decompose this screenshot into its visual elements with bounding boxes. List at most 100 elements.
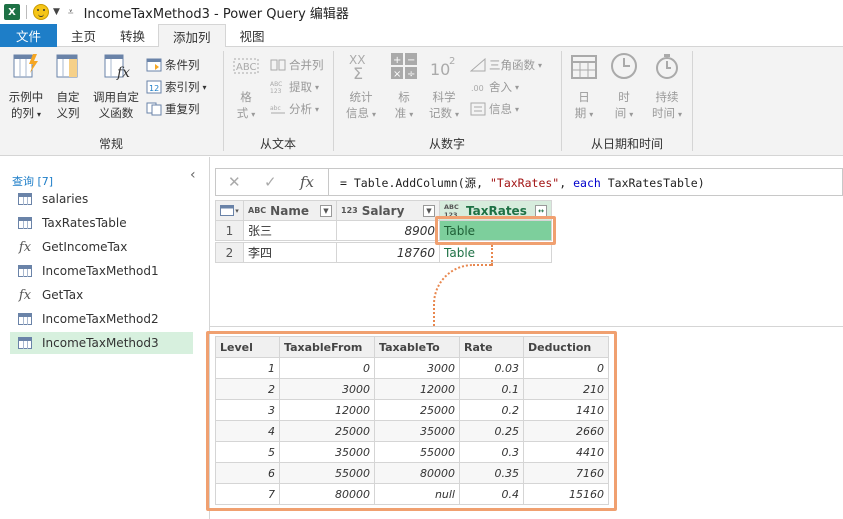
time-button[interactable]: 时 间 ▾ bbox=[608, 51, 640, 123]
tab-view[interactable]: 视图 bbox=[226, 24, 279, 47]
column-header-name[interactable]: ABC Name ▼ bbox=[243, 200, 337, 221]
query-item-label: IncomeTaxMethod1 bbox=[42, 264, 159, 278]
duration-label-2: 时间 ▾ bbox=[651, 106, 682, 120]
preview-column-header: Rate bbox=[459, 336, 524, 358]
preview-cell: 5 bbox=[215, 441, 280, 463]
invoke-custom-function-label-2: 义函数 bbox=[98, 106, 134, 120]
table-icon bbox=[18, 193, 32, 205]
preview-cell: 4410 bbox=[523, 441, 609, 463]
rounding-button[interactable]: .00 舍入 ▾ bbox=[470, 79, 519, 95]
preview-cell: 3000 bbox=[279, 378, 375, 400]
cell-name[interactable]: 李四 bbox=[243, 242, 337, 263]
preview-cell: 3 bbox=[215, 399, 280, 421]
query-item-taxratestable[interactable]: TaxRatesTable bbox=[10, 212, 193, 234]
preview-cell: 55000 bbox=[279, 462, 375, 484]
preview-cell: null bbox=[374, 483, 460, 505]
preview-column-header: TaxableTo bbox=[374, 336, 460, 358]
preview-cell: 0.25 bbox=[459, 420, 524, 442]
tab-home[interactable]: 主页 bbox=[57, 24, 108, 47]
smiley-feedback-icon[interactable] bbox=[33, 4, 49, 20]
preview-cell: 80000 bbox=[279, 483, 375, 505]
column-from-examples-label-2: 的列 ▾ bbox=[10, 106, 41, 120]
duplicate-column-button[interactable]: 重复列 bbox=[146, 101, 200, 117]
parse-button[interactable]: abc 分析 ▾ bbox=[270, 101, 319, 117]
query-item-gettax[interactable]: fx GetTax bbox=[10, 284, 193, 306]
query-item-incometaxmethod2[interactable]: IncomeTaxMethod2 bbox=[10, 308, 193, 330]
scientific-button[interactable]: 10 2 科学 记数 ▾ bbox=[426, 51, 462, 123]
fx-icon[interactable]: fx bbox=[300, 173, 314, 191]
tab-transform[interactable]: 转换 bbox=[108, 24, 158, 47]
preview-cell: 0 bbox=[523, 357, 609, 379]
row-number[interactable]: 1 bbox=[215, 220, 244, 241]
tab-file[interactable]: 文件 bbox=[0, 24, 57, 47]
extract-button[interactable]: ABC 123 提取 ▾ bbox=[270, 79, 319, 95]
quick-access-customize-icon[interactable]: ⩡ bbox=[68, 7, 74, 18]
query-item-label: TaxRatesTable bbox=[42, 216, 127, 230]
commit-formula-check-icon[interactable]: ✓ bbox=[264, 173, 277, 191]
invoke-custom-function-button[interactable]: fx 调用自定 义函数 bbox=[88, 51, 144, 121]
column-from-examples-label-1: 示例中 bbox=[8, 90, 44, 104]
preview-cell: 12000 bbox=[279, 399, 375, 421]
query-item-incometaxmethod1[interactable]: IncomeTaxMethod1 bbox=[10, 260, 193, 282]
svg-text:.00: .00 bbox=[471, 84, 484, 93]
format-button[interactable]: ABC 格 式 ▾ bbox=[228, 51, 264, 123]
collapse-pane-chevron-left-icon[interactable]: ‹ bbox=[190, 167, 196, 183]
column-from-examples-button[interactable]: 示例中 的列 ▾ bbox=[6, 51, 46, 123]
duration-button[interactable]: 持续 时间 ▾ bbox=[646, 51, 688, 123]
query-item-label: IncomeTaxMethod3 bbox=[42, 336, 159, 350]
duplicate-column-label: 重复列 bbox=[165, 102, 200, 116]
power-query-window: X ▼ ⩡ IncomeTaxMethod3 - Power Query 编辑器… bbox=[0, 0, 843, 519]
group-from-text-label: 从文本 bbox=[259, 137, 296, 151]
svg-text:12: 12 bbox=[149, 84, 159, 93]
filter-dropdown-icon[interactable]: ▼ bbox=[423, 204, 435, 217]
column-header-salary[interactable]: 123 Salary ▼ bbox=[336, 200, 440, 221]
standard-operators-icon: + −× ÷ bbox=[391, 53, 417, 80]
divider bbox=[26, 5, 27, 19]
preview-row: 6 55000 80000 0.35 7160 bbox=[215, 462, 609, 484]
svg-text:−: − bbox=[407, 55, 415, 66]
standard-button[interactable]: + − × ÷ 标 准 ▾ bbox=[388, 51, 420, 123]
cell-name[interactable]: 张三 bbox=[243, 220, 337, 241]
chevron-down-icon[interactable]: ▼ bbox=[53, 7, 60, 17]
rounding-label: 舍入 bbox=[489, 80, 512, 94]
format-text-icon: ABC bbox=[233, 58, 259, 74]
conditional-column-button[interactable]: 条件列 bbox=[146, 57, 200, 73]
preview-row: 5 35000 55000 0.3 4410 bbox=[215, 441, 609, 463]
merge-columns-icon bbox=[270, 59, 286, 71]
cell-salary[interactable]: 18760 bbox=[336, 242, 440, 263]
query-item-salaries[interactable]: salaries bbox=[10, 188, 193, 210]
formula-bar: ✕ ✓ fx = Table.AddColumn(源, "TaxRates", … bbox=[215, 168, 843, 196]
column-header-label: Salary bbox=[361, 203, 405, 218]
filter-dropdown-icon[interactable]: ▼ bbox=[320, 204, 332, 217]
statistics-button[interactable]: XX Σ 统计 信息 ▾ bbox=[340, 51, 382, 123]
table-menu-button[interactable]: ▾ bbox=[215, 200, 244, 221]
group-general-label: 常规 bbox=[98, 137, 123, 151]
queries-header[interactable]: 查询 [7] bbox=[12, 173, 53, 189]
type-number-icon: 123 bbox=[341, 205, 358, 215]
cell-salary[interactable]: 8900 bbox=[336, 220, 440, 241]
trigonometry-button[interactable]: 三角函数 ▾ bbox=[470, 57, 542, 73]
preview-row: 2 3000 12000 0.1 210 bbox=[215, 378, 609, 400]
time-label-2: 间 ▾ bbox=[614, 106, 634, 120]
preview-row: 1 0 3000 0.03 0 bbox=[215, 357, 609, 379]
number-information-label: 信息 bbox=[489, 102, 512, 116]
number-information-button[interactable]: 信息 ▾ bbox=[470, 101, 519, 117]
selected-cell-highlight bbox=[435, 216, 556, 245]
cell-taxrates-table-link[interactable]: Table bbox=[439, 242, 552, 263]
custom-column-button[interactable]: 自定 义列 bbox=[52, 51, 84, 121]
formula-input[interactable]: = Table.AddColumn(源, "TaxRates", each Ta… bbox=[340, 175, 705, 191]
group-from-number-label: 从数字 bbox=[428, 137, 465, 151]
row-number[interactable]: 2 bbox=[215, 242, 244, 263]
svg-text:+: + bbox=[393, 55, 401, 66]
preview-cell: 12000 bbox=[374, 378, 460, 400]
expand-column-icon[interactable]: ↔ bbox=[535, 204, 547, 217]
merge-columns-button[interactable]: 合并列 bbox=[270, 57, 324, 73]
query-item-incometaxmethod3[interactable]: IncomeTaxMethod3 bbox=[10, 332, 193, 354]
preview-cell: 80000 bbox=[374, 462, 460, 484]
tab-add-column[interactable]: 添加列 bbox=[158, 24, 226, 48]
index-column-button[interactable]: 12 索引列 ▾ bbox=[146, 79, 207, 95]
cancel-formula-close-icon[interactable]: ✕ bbox=[228, 173, 241, 191]
chevron-down-icon: ▾ bbox=[515, 82, 520, 92]
date-button[interactable]: 日 期 ▾ bbox=[566, 51, 602, 123]
query-item-getincometax[interactable]: fx GetIncomeTax bbox=[10, 236, 193, 258]
